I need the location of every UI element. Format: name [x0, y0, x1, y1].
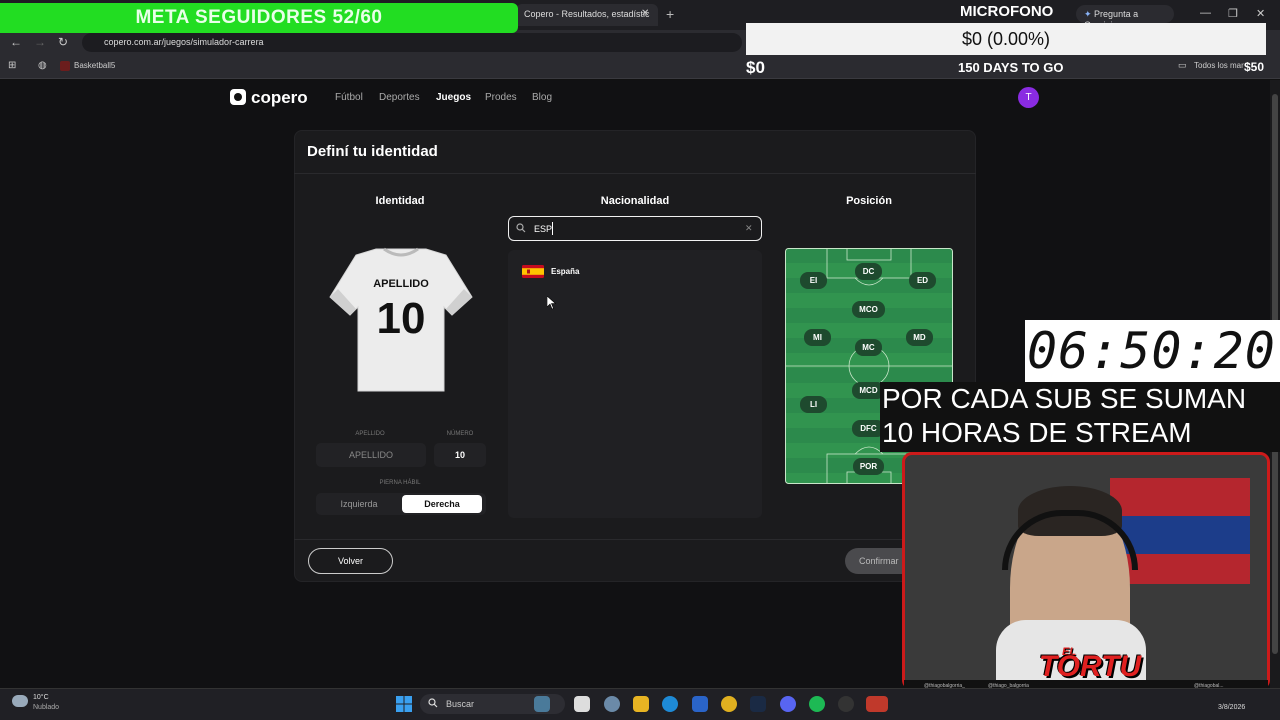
sparkle-icon: ✦: [1084, 9, 1095, 19]
cloud-icon[interactable]: [12, 695, 28, 707]
tab-close-icon[interactable]: ✕: [641, 8, 649, 19]
edge-icon[interactable]: [662, 696, 678, 712]
pierna-label: PIERNA HÁBIL: [379, 480, 421, 486]
position-ed[interactable]: ED: [909, 272, 936, 289]
position-mco[interactable]: MCO: [852, 301, 885, 318]
nationality-results: [508, 250, 762, 518]
donation-progress-box: $0 (0.00%): [746, 23, 1266, 55]
nav-blog[interactable]: Blog: [532, 92, 552, 103]
bookmark-basketball[interactable]: Basketball5: [74, 61, 115, 70]
donation-goal: $50: [1244, 60, 1265, 74]
search-icon: [428, 698, 438, 708]
back-icon[interactable]: ←: [10, 35, 22, 49]
days-remaining: 150 DAYS TO GO: [958, 60, 1064, 75]
weather-temp: 10°C: [33, 694, 49, 701]
file-explorer-icon[interactable]: [633, 696, 649, 712]
jersey-preview: APELLIDO 10: [329, 247, 473, 392]
numero-input[interactable]: 10: [434, 443, 486, 467]
url-text: copero.com.ar/juegos/simulador-carrera: [104, 37, 264, 47]
result-espana[interactable]: España: [551, 267, 579, 276]
pierna-izquierda-button[interactable]: Izquierda: [318, 495, 400, 513]
close-window-icon[interactable]: ✕: [1256, 7, 1265, 20]
position-ei[interactable]: EI: [800, 272, 827, 289]
pierna-derecha-button[interactable]: Derecha: [402, 495, 482, 513]
sub-rule-text: POR CADA SUB SE SUMAN 10 HORAS DE STREAM: [880, 382, 1280, 452]
numero-label: NÚMERO: [446, 431, 474, 437]
gemini-button[interactable]: ✦ Pregunta a Gemini: [1076, 5, 1174, 30]
bookmark-all[interactable]: Todos los mar: [1194, 61, 1244, 70]
identidad-title: Identidad: [375, 195, 425, 207]
apellido-input[interactable]: APELLIDO: [316, 443, 426, 467]
copero-logo[interactable]: copero: [251, 88, 308, 108]
discord-icon[interactable]: [780, 696, 796, 712]
nav-deportes[interactable]: Deportes: [379, 92, 420, 103]
steam-icon[interactable]: [750, 696, 766, 712]
copero-logo-icon[interactable]: [230, 89, 246, 105]
new-tab-icon[interactable]: +: [666, 6, 674, 22]
copero-app-icon[interactable]: [866, 696, 888, 712]
position-li[interactable]: LI: [800, 396, 827, 413]
tab-title: Copero - Resultados, estadístic: [524, 9, 650, 19]
globe-icon[interactable]: ◍: [38, 60, 47, 71]
folder-icon: ▭: [1178, 60, 1187, 70]
nav-futbol[interactable]: Fútbol: [335, 92, 363, 103]
weather-desc: Nublado: [33, 704, 60, 711]
divider: [294, 539, 976, 540]
nav-juegos[interactable]: Juegos: [436, 92, 471, 103]
text-caret: [552, 222, 553, 235]
spotify-icon[interactable]: [809, 696, 825, 712]
sub-rule-line1: POR CADA SUB SE SUMAN: [882, 383, 1247, 414]
forward-icon[interactable]: →: [34, 35, 46, 49]
taskbar-date: 3/8/2026: [1218, 704, 1246, 711]
position-mi[interactable]: MI: [804, 329, 831, 346]
maximize-icon[interactable]: ❐: [1228, 7, 1238, 20]
position-por[interactable]: POR: [853, 458, 884, 475]
mouse-cursor-icon: [547, 296, 556, 310]
widget-icon[interactable]: [534, 696, 550, 712]
url-input[interactable]: copero.com.ar/juegos/simulador-carrera: [82, 33, 742, 52]
position-md[interactable]: MD: [906, 329, 933, 346]
apellido-label: APELLIDO: [355, 431, 385, 437]
search-value: ESP: [534, 224, 553, 234]
posicion-title: Posición: [846, 195, 892, 207]
jersey-name: APELLIDO: [373, 278, 429, 290]
donation-current: $0: [746, 58, 765, 77]
obs-icon[interactable]: [838, 696, 854, 712]
task-view-icon[interactable]: [574, 696, 590, 712]
minimize-icon[interactable]: —: [1200, 7, 1211, 19]
page-title: Definí tu identidad: [307, 143, 438, 160]
reload-icon[interactable]: ↻: [58, 35, 68, 49]
settings-icon[interactable]: [604, 696, 620, 712]
spain-flag-icon: [522, 265, 544, 278]
bookmarks-bar: [0, 55, 1280, 79]
store-icon[interactable]: [692, 696, 708, 712]
nacionalidad-title: Nacionalidad: [600, 195, 670, 207]
avatar[interactable]: T: [1018, 87, 1039, 108]
apps-icon[interactable]: ⊞: [8, 60, 16, 71]
clear-icon[interactable]: ✕: [745, 223, 753, 234]
volver-button[interactable]: Volver: [308, 548, 393, 574]
browser-tab[interactable]: Copero - Resultados, estadístic: [516, 4, 658, 26]
position-dc[interactable]: DC: [855, 263, 882, 280]
sub-rule-line2: 10 HORAS DE STREAM: [882, 417, 1192, 448]
divider: [294, 173, 976, 174]
microphone-label: MICROFONO: [960, 3, 1054, 20]
nav-prodes[interactable]: Prodes: [485, 92, 517, 103]
stream-timer: 06:50:20: [1025, 320, 1280, 382]
chrome-icon[interactable]: [721, 696, 737, 712]
position-mc[interactable]: MC: [855, 339, 882, 356]
windows-start-icon[interactable]: [396, 696, 412, 712]
search-icon: [516, 223, 526, 233]
basketball-favicon-icon: [60, 61, 70, 71]
jersey-number: 10: [377, 294, 426, 343]
followers-goal-banner: META SEGUIDORES 52/60: [0, 3, 518, 33]
webcam-flag: [1110, 478, 1250, 518]
